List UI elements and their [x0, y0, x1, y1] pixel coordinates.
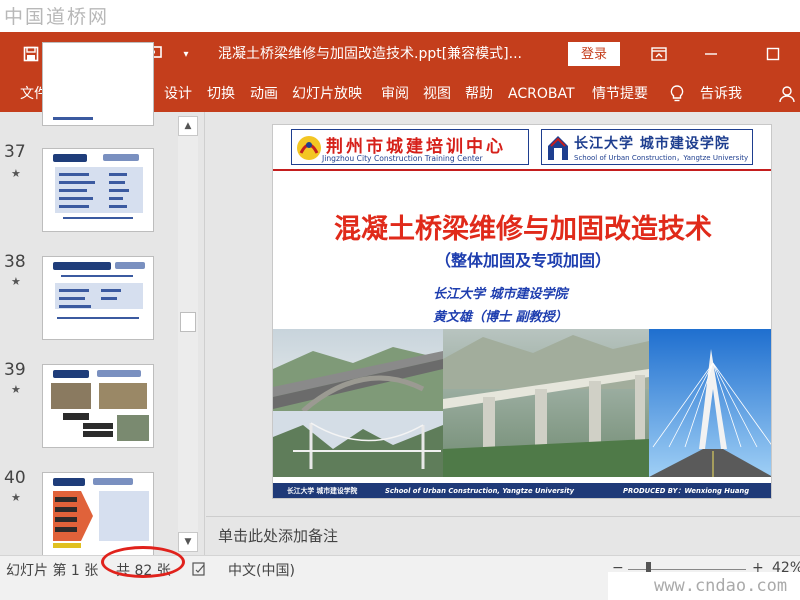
logo-training-center: 荆州市城建培训中心 Jingzhou City Construction Tra…	[291, 129, 529, 165]
document-title: 混凝土桥梁维修与加固改造技术.ppt[兼容模式]...	[218, 46, 522, 62]
tab-acrobat[interactable]: ACROBAT	[508, 76, 575, 112]
author-name[interactable]: 黄文雄（博士 副教授）	[433, 306, 568, 325]
tab-storyboarding[interactable]: 情节提要	[592, 76, 648, 112]
highlight-callout-ellipse	[101, 546, 185, 578]
user-icon[interactable]	[778, 85, 796, 103]
thumbnail-scrollbar[interactable]: ▲ ▼	[178, 116, 198, 552]
university-emblem-icon	[548, 136, 568, 160]
animation-star-icon: ★	[11, 383, 21, 396]
slide-thumbnail-40[interactable]	[42, 472, 154, 556]
slide-thumbnail-39[interactable]	[42, 364, 154, 448]
tell-me-search[interactable]: 告诉我	[700, 76, 742, 112]
watermark-bottom: www.cndao.com	[608, 572, 800, 600]
thumbnail-partial[interactable]	[42, 42, 154, 126]
slide-editing-area: 荆州市城建培训中心 Jingzhou City Construction Tra…	[206, 112, 800, 516]
university-name: 长江大学 城市建设学院	[574, 136, 730, 152]
slide-position-indicator[interactable]: 幻灯片 第 1 张	[6, 560, 98, 580]
tab-view[interactable]: 视图	[423, 76, 451, 112]
ribbon-display-icon	[651, 47, 667, 61]
minimize-icon	[705, 53, 717, 55]
scroll-up-button[interactable]: ▲	[178, 116, 198, 136]
tab-review[interactable]: 审阅	[381, 76, 409, 112]
powerpoint-window: 中国道桥网 ▾ 混凝土桥梁维修与加固改造技术.ppt[兼容模式]... 登录 文…	[0, 0, 800, 600]
footer-school-text: School of Urban Construction, Yangtze Un…	[385, 487, 575, 495]
footer-produced-by-text: PRODUCED BY：Wenxiong Huang	[623, 487, 750, 495]
slide-thumbnail-pane[interactable]: 37 ★ 38 ★ 39 ★ 40 ★ ▲ ▼	[0, 42, 205, 556]
scrollbar-thumb[interactable]	[180, 312, 196, 332]
watermark-top: 中国道桥网	[0, 0, 800, 32]
tab-help[interactable]: 帮助	[465, 76, 493, 112]
thumbnail-number: 40	[4, 468, 26, 488]
tab-slideshow[interactable]: 幻灯片放映	[292, 76, 362, 112]
slide-subtitle[interactable]: （整体加固及专项加固）	[273, 247, 771, 271]
customize-quick-access-button[interactable]: ▾	[176, 32, 196, 76]
notes-pane[interactable]: 单击此处添加备注	[206, 516, 800, 555]
footer-logo-text: 长江大学 城市建设学院	[287, 487, 358, 495]
tab-design[interactable]: 设计	[164, 76, 192, 112]
header-divider	[273, 169, 771, 171]
lightbulb-icon[interactable]	[670, 85, 684, 103]
watermark-bottom-text: www.cndao.com	[654, 576, 788, 596]
notes-placeholder[interactable]: 单击此处添加备注	[218, 525, 338, 546]
language-indicator[interactable]: 中文(中国)	[228, 560, 295, 580]
scroll-down-button[interactable]: ▼	[178, 532, 198, 552]
watermark-top-text: 中国道桥网	[4, 6, 110, 28]
logo-yangtze-university: 长江大学 城市建设学院 School of Urban Construction…	[541, 129, 753, 165]
tab-transitions[interactable]: 切换	[207, 76, 235, 112]
maximize-icon	[766, 47, 780, 61]
slide-title[interactable]: 混凝土桥梁维修与加固改造技术	[273, 207, 771, 246]
maximize-button[interactable]	[758, 32, 788, 76]
chevron-up-icon: ▲	[184, 121, 192, 131]
thumbnail-number: 37	[4, 142, 26, 162]
slide-footer-bar: 长江大学 城市建设学院 School of Urban Construction…	[273, 483, 771, 498]
bridge-photo-collage	[273, 329, 771, 477]
university-english-name: School of Urban Construction，Yangtze Uni…	[574, 154, 749, 162]
login-button[interactable]: 登录	[568, 42, 620, 66]
minimize-button[interactable]	[696, 32, 726, 76]
animation-star-icon: ★	[11, 491, 21, 504]
thumbnail-number: 39	[4, 360, 26, 380]
animation-star-icon: ★	[11, 167, 21, 180]
dropdown-arrow-icon: ▾	[183, 48, 189, 60]
tab-animations[interactable]: 动画	[250, 76, 278, 112]
current-slide[interactable]: 荆州市城建培训中心 Jingzhou City Construction Tra…	[272, 124, 772, 499]
chevron-down-icon: ▼	[184, 537, 192, 547]
slide-thumbnail-38[interactable]	[42, 256, 154, 340]
save-icon	[23, 46, 39, 62]
training-center-emblem-icon	[297, 136, 321, 160]
ribbon-display-options-button[interactable]	[644, 32, 674, 76]
training-center-english-name: Jingzhou City Construction Training Cent…	[322, 154, 483, 163]
spellcheck-icon[interactable]	[192, 562, 206, 580]
thumbnail-number: 38	[4, 252, 26, 272]
animation-star-icon: ★	[11, 275, 21, 288]
author-affiliation[interactable]: 长江大学 城市建设学院	[433, 283, 568, 302]
slide-thumbnail-37[interactable]	[42, 148, 154, 232]
